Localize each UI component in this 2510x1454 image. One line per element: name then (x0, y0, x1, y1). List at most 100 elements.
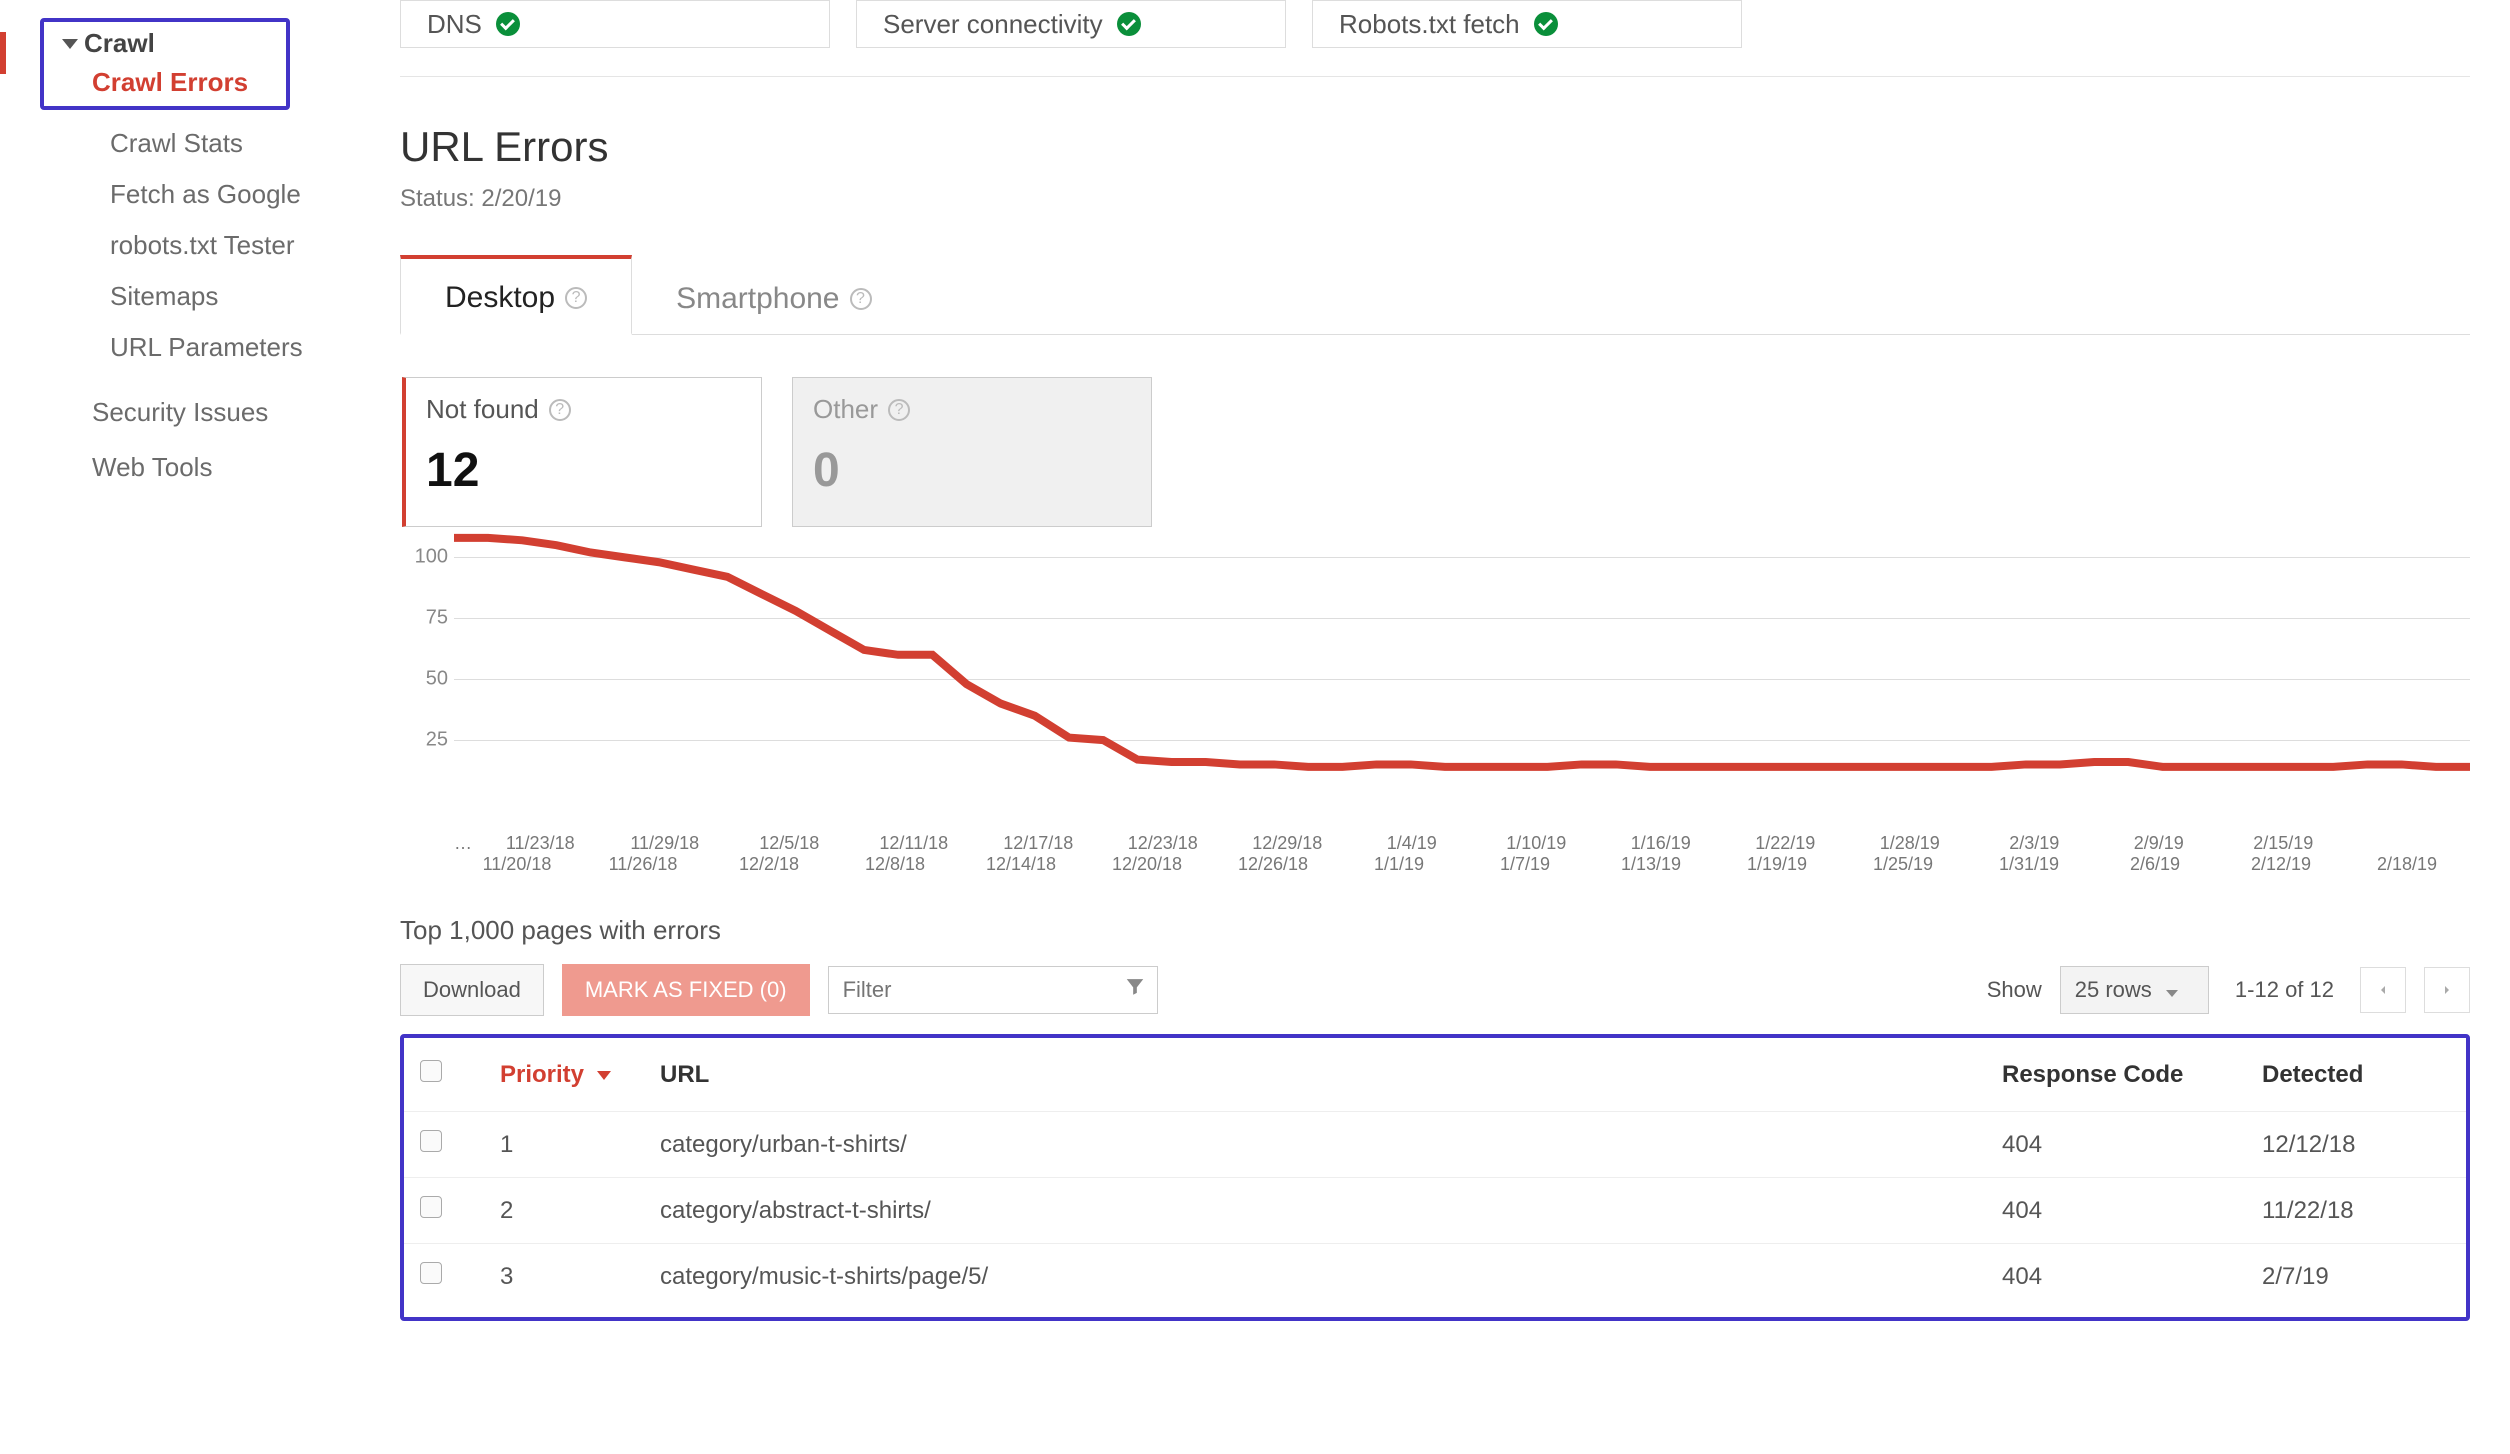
x-tick: 11/20/18 (454, 854, 580, 875)
sidebar-item-web-tools[interactable]: Web Tools (0, 442, 390, 493)
cell-detected: 12/12/18 (2246, 1112, 2466, 1178)
tile-not-found[interactable]: Not found ? 12 (402, 377, 762, 527)
x-tick: 2/9/19 (2097, 833, 2222, 854)
help-icon[interactable]: ? (850, 288, 872, 310)
x-tick: 11/23/18 (478, 833, 603, 854)
tab-desktop[interactable]: Desktop ? (400, 255, 632, 335)
sidebar-section-crawl[interactable]: Crawl (62, 28, 246, 59)
sidebar-item-url-parameters[interactable]: URL Parameters (0, 322, 390, 373)
x-tick: 1/1/19 (1336, 854, 1462, 875)
x-tick: 12/29/18 (1225, 833, 1350, 854)
x-tick: 1/28/19 (1848, 833, 1973, 854)
table-header-row: Priority URL Response Code Detected (404, 1038, 2466, 1112)
tile-count: 12 (426, 443, 741, 498)
header-response-code[interactable]: Response Code (1986, 1038, 2246, 1112)
header-label: Priority (500, 1061, 584, 1088)
site-status-row: DNS Server connectivity Robots.txt fetch (400, 0, 2470, 77)
row-checkbox-cell (404, 1112, 484, 1178)
mark-as-fixed-button[interactable]: MARK AS FIXED (0) (562, 964, 810, 1016)
help-icon[interactable]: ? (549, 399, 571, 421)
header-url[interactable]: URL (644, 1038, 1986, 1112)
x-tick: 1/25/19 (1840, 854, 1966, 875)
rows-per-page-select[interactable]: 25 rows (2060, 966, 2209, 1014)
status-date: Status: 2/20/19 (400, 185, 2470, 213)
x-tick: 1/7/19 (1462, 854, 1588, 875)
x-tick: 12/26/18 (1210, 854, 1336, 875)
check-circle-icon (1117, 12, 1141, 36)
x-tick (2346, 833, 2471, 854)
main-content: DNS Server connectivity Robots.txt fetch… (390, 0, 2510, 1361)
errors-chart: 255075100 …11/23/1811/29/1812/5/1812/11/… (400, 533, 2470, 875)
status-label: Robots.txt fetch (1339, 9, 1520, 40)
y-tick: 75 (426, 607, 448, 630)
row-checkbox[interactable] (420, 1262, 442, 1284)
row-checkbox[interactable] (420, 1196, 442, 1218)
sidebar-item-crawl-stats[interactable]: Crawl Stats (0, 118, 390, 169)
prev-page-button[interactable] (2360, 967, 2406, 1013)
x-tick: 2/15/19 (2221, 833, 2346, 854)
rows-select-value: 25 rows (2075, 977, 2152, 1002)
status-robots-fetch[interactable]: Robots.txt fetch (1312, 0, 1742, 48)
sidebar-item-security-issues[interactable]: Security Issues (0, 387, 390, 438)
error-type-tiles: Not found ? 12 Other ? 0 (402, 377, 2470, 527)
x-tick: 12/20/18 (1084, 854, 1210, 875)
show-label: Show (1987, 977, 2042, 1003)
row-checkbox-cell (404, 1244, 484, 1310)
row-checkbox[interactable] (420, 1130, 442, 1152)
x-tick: 12/8/18 (832, 854, 958, 875)
cell-detected: 11/22/18 (2246, 1178, 2466, 1244)
download-button[interactable]: Download (400, 964, 544, 1016)
sidebar-item-sitemaps[interactable]: Sitemaps (0, 271, 390, 322)
help-icon[interactable]: ? (565, 287, 587, 309)
cell-response-code: 404 (1986, 1112, 2246, 1178)
x-tick: … (454, 833, 478, 854)
x-tick: 12/5/18 (727, 833, 852, 854)
table-row[interactable]: 1category/urban-t-shirts/40412/12/18 (404, 1112, 2466, 1178)
active-indicator (0, 32, 6, 74)
x-tick: 12/14/18 (958, 854, 1084, 875)
header-detected[interactable]: Detected (2246, 1038, 2466, 1112)
sort-desc-icon (597, 1071, 611, 1080)
help-icon[interactable]: ? (888, 399, 910, 421)
tab-smartphone[interactable]: Smartphone ? (632, 260, 915, 334)
tile-label: Other (813, 394, 878, 425)
cell-priority: 1 (484, 1112, 644, 1178)
x-tick: 12/17/18 (976, 833, 1101, 854)
check-circle-icon (1534, 12, 1558, 36)
cell-response-code: 404 (1986, 1178, 2246, 1244)
page-title: URL Errors (400, 123, 2470, 171)
x-tick: 11/26/18 (580, 854, 706, 875)
x-tick: 1/13/19 (1588, 854, 1714, 875)
chevron-right-icon (2439, 982, 2455, 998)
caret-down-icon (2166, 990, 2178, 997)
tile-other[interactable]: Other ? 0 (792, 377, 1152, 527)
sidebar-item-fetch-as-google[interactable]: Fetch as Google (0, 169, 390, 220)
cell-detected: 2/7/19 (2246, 1244, 2466, 1310)
chart-y-axis: 255075100 (400, 533, 454, 801)
sidebar-item-crawl-errors[interactable]: Crawl Errors (92, 67, 276, 98)
x-tick: 11/29/18 (603, 833, 728, 854)
status-server-connectivity[interactable]: Server connectivity (856, 0, 1286, 48)
cell-url: category/music-t-shirts/page/5/ (644, 1244, 1986, 1310)
caret-down-icon (62, 39, 78, 49)
check-circle-icon (496, 12, 520, 36)
status-dns[interactable]: DNS (400, 0, 830, 48)
tab-label: Smartphone (676, 282, 839, 316)
next-page-button[interactable] (2424, 967, 2470, 1013)
filter-input[interactable] (828, 966, 1158, 1014)
x-tick: 2/6/19 (2092, 854, 2218, 875)
sidebar-item-robots-tester[interactable]: robots.txt Tester (0, 220, 390, 271)
tile-count: 0 (813, 443, 1131, 498)
pagination-range: 1-12 of 12 (2235, 977, 2334, 1003)
header-priority[interactable]: Priority (484, 1038, 644, 1112)
table-row[interactable]: 2category/abstract-t-shirts/40411/22/18 (404, 1178, 2466, 1244)
x-tick: 1/19/19 (1714, 854, 1840, 875)
table-row[interactable]: 3category/music-t-shirts/page/5/4042/7/1… (404, 1244, 2466, 1310)
cell-url: category/urban-t-shirts/ (644, 1112, 1986, 1178)
errors-table-highlight: Priority URL Response Code Detected 1cat… (400, 1034, 2470, 1321)
select-all-cell (404, 1038, 484, 1112)
tab-label: Desktop (445, 281, 555, 315)
chart-x-axis: …11/23/1811/29/1812/5/1812/11/1812/17/18… (454, 833, 2470, 854)
select-all-checkbox[interactable] (420, 1060, 442, 1082)
x-tick: 1/4/19 (1350, 833, 1475, 854)
